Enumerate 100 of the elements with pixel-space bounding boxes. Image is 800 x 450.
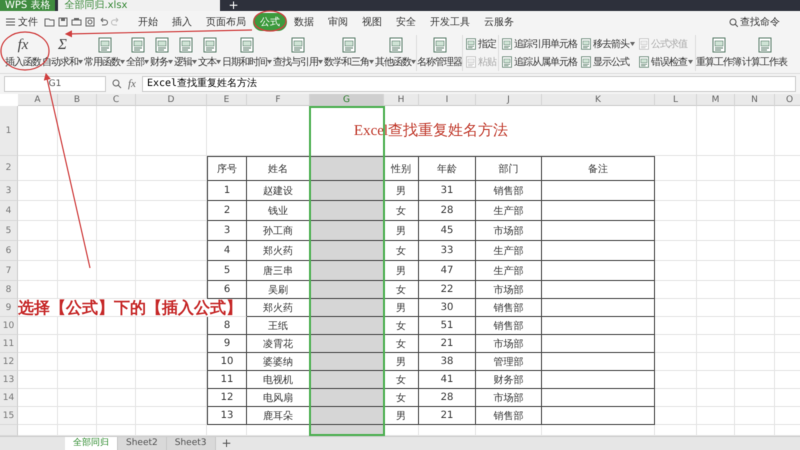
row-header[interactable]: 12 [0,353,18,371]
ribbon-button[interactable]: 显示公式 [580,55,635,69]
ribbon-button[interactable]: 文本 [198,37,221,69]
add-sheet-button[interactable]: + [216,437,238,450]
grid-cell[interactable] [542,335,655,353]
grid-cell[interactable] [542,281,655,299]
new-tab-button[interactable]: + [220,0,247,11]
column-header[interactable]: I [419,94,476,106]
row-header[interactable]: 4 [0,201,18,221]
grid-cell[interactable] [310,181,384,201]
ribbon-button[interactable]: 全部 [126,37,149,69]
ribbon-button[interactable]: 常用函数 [84,37,125,69]
zoom-icon[interactable] [112,79,122,89]
ribbon-button[interactable]: 数学和三角 [324,37,374,69]
grid-cell[interactable] [310,201,384,221]
column-header[interactable]: G [310,94,384,106]
ribbon-tab[interactable]: 开始 [131,13,165,31]
grid-cell[interactable] [310,407,384,425]
grid-cell[interactable] [310,261,384,281]
column-header[interactable]: O [775,94,800,106]
ribbon-button[interactable]: 其他函数 [375,37,416,69]
ribbon-button[interactable]: 重算工作簿 [696,37,741,69]
save-icon[interactable] [58,17,68,27]
column-header[interactable]: N [735,94,775,106]
row-header[interactable]: 14 [0,389,18,407]
row-header[interactable]: 15 [0,407,18,425]
grid-cell[interactable] [310,353,384,371]
column-header[interactable]: C [97,94,136,106]
preview-icon[interactable] [85,17,95,27]
grid-cell[interactable] [310,389,384,407]
file-menu[interactable]: 文件 [0,15,44,29]
row-header[interactable]: 11 [0,335,18,353]
grid-cell[interactable] [542,389,655,407]
column-header[interactable]: A [18,94,58,106]
ribbon-tab[interactable]: 页面布局 [199,13,253,31]
column-header[interactable]: K [542,94,655,106]
ribbon-tab[interactable]: 安全 [389,13,423,31]
ribbon-button[interactable]: 移去箭头 [580,37,635,51]
column-header[interactable]: E [207,94,247,106]
grid-cell[interactable] [310,281,384,299]
ribbon-tab[interactable]: 视图 [355,13,389,31]
ribbon-button[interactable]: 查找与引用 [273,37,323,69]
sheet-tab[interactable]: Sheet3 [166,437,216,450]
app-tab[interactable]: WPS 表格 [0,0,56,11]
column-header[interactable]: M [697,94,735,106]
row-header[interactable]: 2 [0,156,18,181]
function-button[interactable]: fx [128,78,136,90]
grid-cell[interactable] [310,156,384,181]
undo-icon[interactable] [98,17,108,27]
folder-icon[interactable] [44,17,55,27]
column-header[interactable]: L [655,94,697,106]
grid-cell[interactable] [310,371,384,389]
ribbon-button[interactable]: 追踪从属单元格 [501,55,577,69]
ribbon-button[interactable]: 追踪引用单元格 [501,37,577,51]
formula-field[interactable]: Excel查找重复姓名方法 [142,76,796,92]
ribbon-button[interactable]: 错误检查 [638,55,693,69]
ribbon-button[interactable]: 财务 [150,37,173,69]
ribbon-tab[interactable]: 插入 [165,13,199,31]
column-header[interactable]: D [136,94,207,106]
grid-cell[interactable] [310,317,384,335]
row-header[interactable]: 8 [0,281,18,299]
row-header[interactable]: 5 [0,221,18,241]
grid-cell[interactable] [542,317,655,335]
ribbon-button[interactable]: 指定 [465,37,496,51]
row-header[interactable]: 13 [0,371,18,389]
grid-cell[interactable] [310,241,384,261]
ribbon-button[interactable]: 名称管理器 [417,37,462,69]
ribbon-button[interactable]: 日期和时间 [222,37,272,69]
name-box[interactable]: G1 [4,76,106,92]
ribbon-tab[interactable]: 审阅 [321,13,355,31]
ribbon-tab[interactable]: 云服务 [477,13,521,31]
grid-cell[interactable] [542,371,655,389]
grid-cell[interactable] [310,221,384,241]
printer-icon[interactable] [71,17,82,27]
column-header[interactable]: B [58,94,97,106]
row-header[interactable]: 6 [0,241,18,261]
ribbon-button[interactable]: 计算工作表 [742,37,787,69]
sheet-tab[interactable]: 全部同归 [65,437,118,450]
row-header[interactable]: 1 [0,106,18,156]
row-header[interactable]: 7 [0,261,18,281]
grid-cell[interactable] [310,335,384,353]
sheet-tab[interactable]: Sheet2 [118,437,167,450]
grid-cell[interactable] [542,201,655,221]
grid-cell[interactable] [542,221,655,241]
grid-cell[interactable] [310,299,384,317]
ribbon-tab[interactable]: 数据 [287,13,321,31]
row-header[interactable]: 3 [0,181,18,201]
grid-cell[interactable] [542,407,655,425]
column-header[interactable]: F [247,94,310,106]
column-header[interactable]: H [384,94,419,106]
grid-cell[interactable] [542,241,655,261]
row-header[interactable] [0,425,18,436]
ribbon-tab[interactable]: 开发工具 [423,13,477,31]
grid-cell[interactable] [542,299,655,317]
row-header[interactable]: 10 [0,317,18,335]
ribbon-button[interactable]: 逻辑 [174,37,197,69]
grid-cell[interactable] [542,353,655,371]
command-search[interactable]: 查找命令 [729,15,780,29]
grid-cell[interactable] [542,181,655,201]
grid-cell[interactable] [542,261,655,281]
